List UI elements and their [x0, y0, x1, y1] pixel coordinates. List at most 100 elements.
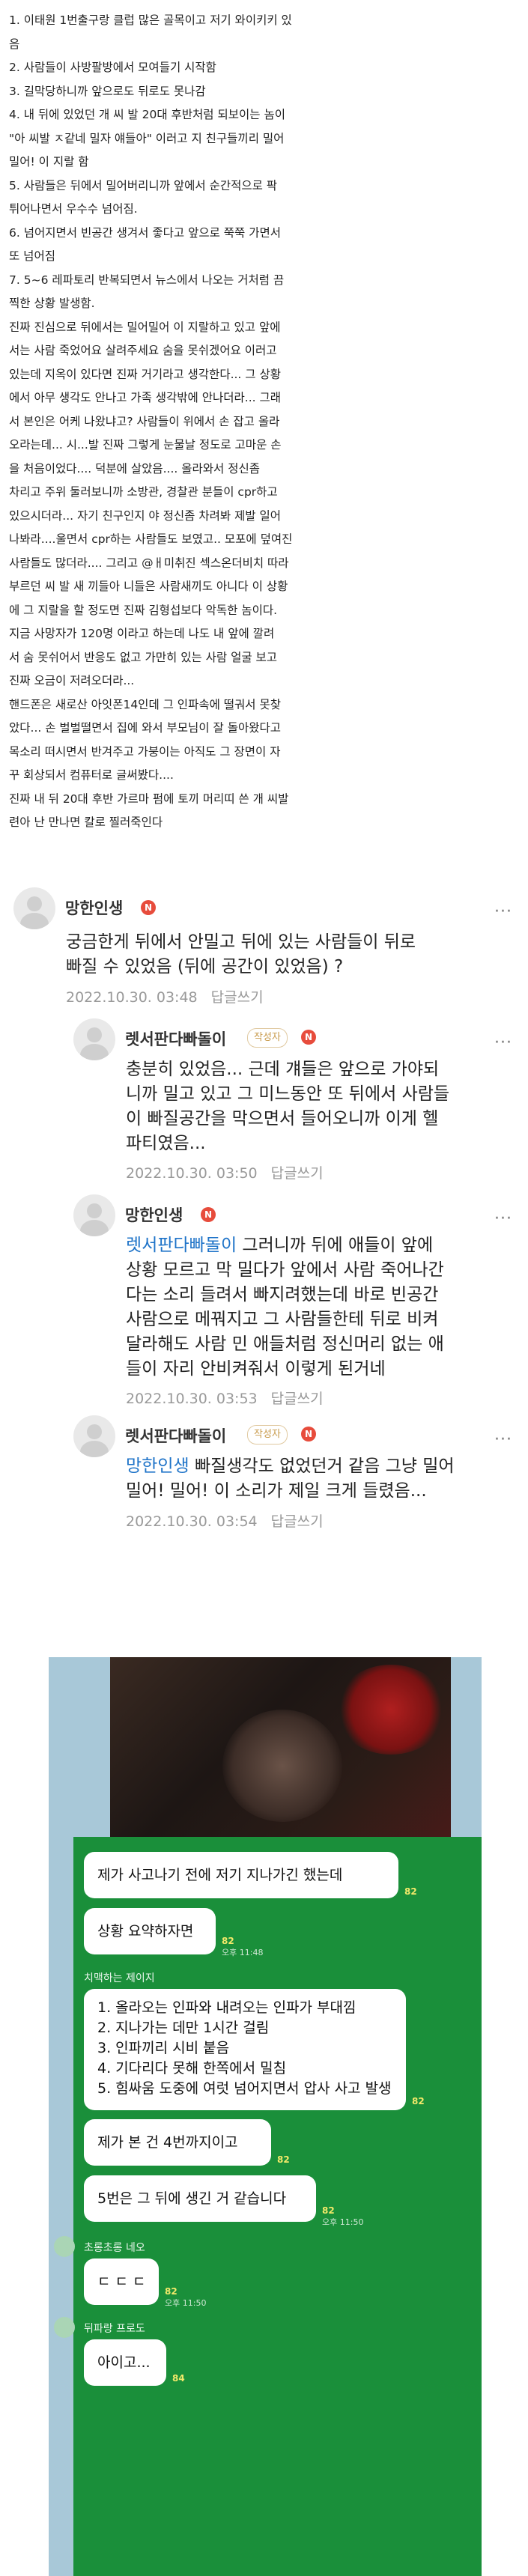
story-line: 서 숨 못쉬어서 반응도 없고 가만히 있는 사람 얼굴 보고 [9, 650, 278, 664]
chat-bubble: 1. 올라오는 인파와 내려오는 인파가 부대낌 2. 지나가는 데만 1시간 … [84, 1989, 406, 2110]
story-line: 튀어나면서 우수수 넘어짐. [9, 202, 138, 216]
comment-line: 궁금한게 뒤에서 안밀고 뒤에 있는 사람들이 뒤로 [66, 932, 416, 952]
comment-section: 망한인생 N ··· 궁금한게 뒤에서 안밀고 뒤에 있는 사람들이 뒤로 빠질… [0, 887, 528, 1644]
comment-text: 충분히 있었음... 근데 걔들은 앞으로 가야되 니까 밀고 있고 그 미느동… [126, 1057, 449, 1156]
mention-link[interactable]: 망한인생 [126, 1456, 189, 1476]
comment-nickname[interactable]: 렛서판다빠돌이 [125, 1027, 226, 1050]
more-options-icon[interactable]: ··· [494, 902, 512, 921]
comment-line: 달라해도 사람 민 애들처럼 정신머리 없는 애 [126, 1334, 444, 1354]
story-line: 차리고 주위 둘러보니까 소방관, 경찰관 분들이 cpr하고 [9, 485, 278, 499]
more-options-icon[interactable]: ··· [494, 1209, 512, 1228]
read-count: 82 [165, 2286, 177, 2297]
sender-avatar[interactable] [54, 2236, 75, 2257]
comment-line: 빠질생각도 없었던거 같음 그냥 밀어 [189, 1456, 455, 1476]
comment-meta: 2022.10.30. 03:50 답글쓰기 [126, 1162, 324, 1182]
message-time: 오후 11:48 [222, 1948, 264, 1957]
story-line: 핸드폰은 새로산 아잇폰14인데 그 인파속에 떨궈서 못찾 [9, 697, 282, 711]
comment-line: 들이 자리 안비켜줘서 이렇게 된거네 [126, 1359, 386, 1379]
message-time: 오후 11:50 [165, 2298, 207, 2308]
comment-line: 파티였음... [126, 1134, 206, 1153]
comment-meta: 2022.10.30. 03:48 답글쓰기 [66, 986, 264, 1006]
chat-bubble: 제가 사고나기 전에 저기 지나가긴 했는데 [84, 1852, 398, 1898]
comment-line: 그러니까 뒤에 애들이 앞에 [237, 1236, 434, 1255]
comment-text: 렛서판다빠돌이 그러니까 뒤에 애들이 앞에 상황 모르고 막 밀다가 앞에서 … [126, 1233, 444, 1382]
more-options-icon[interactable]: ··· [494, 1430, 512, 1449]
comment-line: 충분히 있었음... 근데 걔들은 앞으로 가야되 [126, 1060, 440, 1079]
new-badge: N [141, 900, 156, 915]
story-line: 6. 넘어지면서 빈공간 생겨서 좋다고 앞으로 쭉쭉 가면서 [9, 225, 281, 240]
story-line: 밀어! 이 지랄 함 [9, 155, 89, 168]
comment-line: 상황 모르고 막 밀다가 앞에서 사람 죽어나간 [126, 1260, 444, 1280]
new-badge: N [201, 1207, 216, 1222]
comment-line: 다는 소리 들려서 빠지려했는데 바로 빈공간 [126, 1285, 439, 1304]
story-line: 았다... 손 벌벌떨면서 집에 와서 부모님이 잘 돌아왔다고 [9, 721, 281, 735]
avatar[interactable] [73, 1415, 115, 1457]
new-badge: N [301, 1030, 316, 1045]
sender-avatar[interactable] [54, 2317, 75, 2338]
story-line: 오라는데... 시...발 진짜 그렇게 눈물날 정도로 고마운 손 [9, 438, 282, 452]
chat-bubble: ㄷㄷㄷ [84, 2258, 159, 2305]
comment-line: 니까 밀고 있고 그 미느동안 또 뒤에서 사람들 [126, 1084, 450, 1104]
comment-line: 밀어! 밀어! 이 소리가 제일 크게 들렸음... [126, 1481, 427, 1501]
story-line: 진짜 진심으로 뒤에서는 밀어밀어 이 지랄하고 있고 앞에 [9, 320, 281, 334]
read-count: 82 [322, 2205, 335, 2216]
story-line: 진짜 오금이 저려오더라... [9, 674, 135, 687]
comment-line: 빠질 수 있었음 (뒤에 공간이 있었음) ? [66, 957, 344, 976]
mention-link[interactable]: 렛서판다빠돌이 [126, 1236, 237, 1255]
chat-bubble: 제가 본 건 4번까지이고 [84, 2119, 271, 2166]
story-text: 1. 이태원 1번출구랑 클럽 많은 골목이고 저기 와이키키 있 음 2. 사람들… [0, 0, 389, 921]
chat-line: 5. 힘싸움 도중에 여럿 넘어지면서 압사 사고 발생 [97, 2080, 392, 2097]
story-line: 1. 이태원 1번출구랑 클럽 많은 골목이고 저기 와이키키 있 [9, 13, 292, 27]
avatar[interactable] [13, 887, 55, 929]
story-line: 지금 사망자가 120명 이라고 하는데 나도 내 앞에 깔려 [9, 627, 275, 640]
chat-line: 1. 올라오는 인파와 내려오는 인파가 부대낌 [97, 1999, 356, 2016]
comment-date: 2022.10.30. 03:53 [126, 1391, 258, 1407]
story-line: 을 처음이었다.... 덕분에 살았음.... 올라와서 정신좀 [9, 461, 260, 476]
comment-text: 망한인생 빠질생각도 없었던거 같음 그냥 밀어 밀어! 밀어! 이 소리가 제… [126, 1454, 455, 1504]
avatar[interactable] [73, 1018, 115, 1060]
author-badge: 작성자 [247, 1425, 288, 1445]
chat-line: 3. 인파끼리 시비 붙음 [97, 2040, 230, 2056]
story-line: 서는 사람 죽었어요 살려주세요 숨을 못쉬겠어요 이러고 [9, 344, 277, 357]
story-line: 2. 사람들이 사방팔방에서 모여들기 시작함 [9, 61, 216, 74]
comment-date: 2022.10.30. 03:54 [126, 1513, 258, 1530]
story-line: 부르던 씨 발 새 끼들아 니들은 사람새끼도 아니다 이 상황 [9, 580, 288, 593]
story-line: 3. 길막당하니까 앞으로도 뒤로도 못나감 [9, 84, 206, 98]
story-line: 4. 내 뒤에 있었던 개 씨 발 20대 후반처럼 되보이는 놈이 [9, 108, 285, 121]
story-line: 에서 아무 생각도 안나고 가족 생각밖에 안나더라... 그래 [9, 391, 281, 404]
comment-nickname[interactable]: 렛서판다빠돌이 [125, 1424, 226, 1447]
comment-line: 사람으로 메꿔지고 그 사람들한테 뒤로 비켜 [126, 1310, 439, 1329]
story-line: 꾸 회상되서 컴퓨터로 글써봤다.... [9, 768, 174, 782]
story-line: 서 본인은 어케 나왔냐고? 사람들이 위에서 손 잡고 올라 [9, 414, 280, 428]
read-count: 84 [172, 2373, 185, 2384]
reply-button[interactable]: 답글쓰기 [271, 1513, 324, 1530]
comment-nickname[interactable]: 망한인생 [125, 1203, 183, 1226]
story-line: 있는데 지옥이 있다면 진짜 거기라고 생각한다... 그 상황 [9, 367, 281, 381]
chat-bubble: 5번은 그 뒤에 생긴 거 같습니다 [84, 2175, 316, 2222]
comment-nickname[interactable]: 망한인생 [65, 896, 123, 919]
comment-line: 이 빠질공간을 막으면서 들어오니까 이게 헬 [126, 1109, 439, 1128]
story-line: "아 씨발 ㅈ같네 밀자 얘들아" 이러고 지 친구들끼리 밀어 [9, 131, 285, 145]
story-line: 있으시더라... 자기 친구인지 야 정신좀 차려봐 제발 일어 [9, 508, 281, 523]
story-line: 에 그 지랄을 할 정도면 진짜 김형섭보다 악독한 놈이다. [9, 603, 278, 617]
more-options-icon[interactable]: ··· [494, 1033, 512, 1052]
reply-button[interactable]: 답글쓰기 [211, 989, 264, 1006]
story-line: 나봐라....울면서 cpr하는 사람들도 보였고.. 모포에 덮여진 [9, 532, 293, 546]
story-line: 련아 난 만나면 칼로 찔러죽인다 [9, 815, 163, 829]
avatar[interactable] [73, 1194, 115, 1236]
video-figure-blur [222, 1710, 342, 1822]
story-line: 찍한 상황 발생함. [9, 297, 95, 310]
comment-meta: 2022.10.30. 03:53 답글쓰기 [126, 1388, 324, 1408]
read-count: 82 [277, 2154, 290, 2165]
comment-text: 궁금한게 뒤에서 안밀고 뒤에 있는 사람들이 뒤로 빠질 수 있었음 (뒤에 … [66, 930, 416, 979]
story-line: 진짜 내 뒤 20대 후반 가르마 펌에 토끼 머리띠 쓴 개 씨발 [9, 792, 289, 806]
read-count: 82 [222, 1936, 234, 1946]
reply-button[interactable]: 답글쓰기 [271, 1165, 324, 1182]
chat-screenshot: 제가 사고나기 전에 저기 지나가긴 했는데 82 상황 요약하자면 82 오후… [49, 1657, 482, 2576]
video-thumbnail[interactable] [110, 1657, 451, 1852]
sender-name: 초롱초롱 네오 [84, 2242, 145, 2254]
sender-name: 뒤파랑 프로도 [84, 2323, 145, 2335]
reply-button[interactable]: 답글쓰기 [271, 1391, 324, 1407]
new-badge: N [301, 1427, 316, 1442]
comment-date: 2022.10.30. 03:48 [66, 989, 198, 1006]
